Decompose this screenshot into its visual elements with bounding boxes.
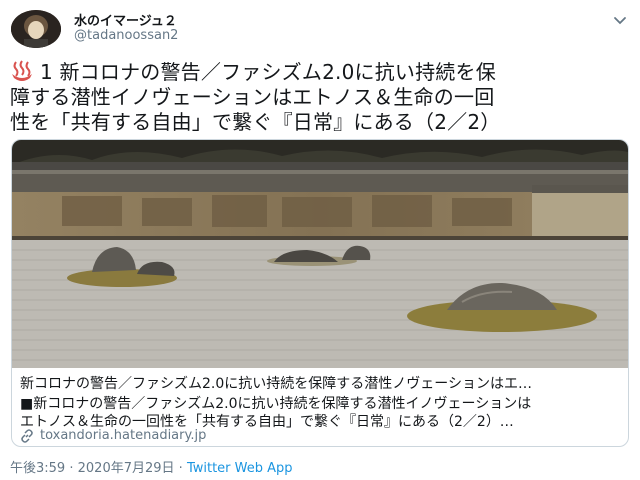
display-name[interactable]: 水のイマージュ２ (74, 10, 177, 29)
tweet-line: 1 新コロナの警告／ファシズム2.0に抗い持続を保 (10, 60, 632, 85)
card-domain[interactable]: toxandoria.hatenadiary.jp (40, 428, 206, 443)
tweet-time[interactable]: 午後3:59 (10, 461, 65, 476)
link-card[interactable]: 新コロナの警告／ファシズム2.0に抗い持続を保障する潜性ノヴェーションはエ… ■… (11, 139, 629, 447)
user-handle[interactable]: @tadanoossan2 (74, 28, 178, 43)
tweet-line: 障する潜性イノヴェーションはエトノス＆生命の一回 (10, 85, 495, 109)
avatar[interactable] (11, 10, 61, 48)
card-image (12, 140, 628, 368)
tweet-text: 1 新コロナの警告／ファシズム2.0に抗い持続を保 障する潜性イノヴェーションは… (10, 60, 632, 135)
tweet-line: 性を「共有する自由」で繋ぐ『日常』にある（2／2） (10, 110, 501, 134)
card-description: ■新コロナの警告／ファシズム2.0に抗い持続を保障する潜性イノヴェーションは エ… (20, 395, 620, 431)
card-description-line: ■新コロナの警告／ファシズム2.0に抗い持続を保障する潜性イノヴェーションは (20, 396, 532, 412)
source-app-link[interactable]: Twitter Web App (187, 461, 293, 476)
chevron-down-icon[interactable] (612, 12, 628, 28)
card-title[interactable]: 新コロナの警告／ファシズム2.0に抗い持続を保障する潜性ノヴェーションはエ… (20, 375, 620, 393)
hot-springs-icon (12, 60, 32, 81)
link-icon (21, 428, 33, 443)
tweet-date[interactable]: 2020年7月29日 (78, 461, 175, 476)
meta-separator: · (178, 461, 183, 476)
tweet-meta: 午後3:59 · 2020年7月29日 · Twitter Web App (10, 457, 293, 476)
card-domain-row[interactable]: toxandoria.hatenadiary.jp (20, 428, 206, 443)
tweet-line-text: 1 新コロナの警告／ファシズム2.0に抗い持続を保 (40, 60, 496, 84)
meta-separator: · (69, 461, 74, 476)
